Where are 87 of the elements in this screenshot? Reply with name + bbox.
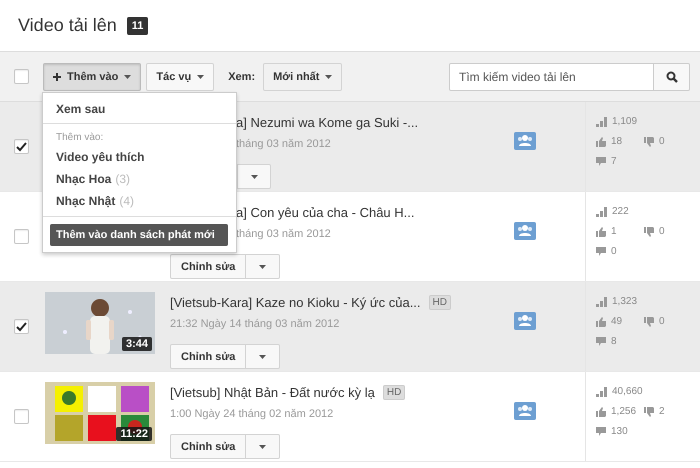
like-count: 49 <box>596 316 644 327</box>
select-all-checkbox[interactable] <box>14 69 29 84</box>
upload-date: tháng 03 năm 2012 <box>236 228 331 242</box>
video-thumbnail[interactable]: 3:44 <box>45 292 155 354</box>
caret-icon <box>259 264 266 268</box>
people-icon <box>514 312 536 330</box>
caret-icon <box>259 444 266 448</box>
menu-item[interactable]: Nhạc Hoa (3) <box>43 168 236 190</box>
upload-date: tháng 03 năm 2012 <box>236 138 331 152</box>
dislike-count: 2 <box>644 406 684 417</box>
video-title[interactable]: a] Con yêu của cha - Châu H... <box>236 204 414 220</box>
search-icon <box>666 70 678 82</box>
thumbs-up-icon <box>596 406 606 416</box>
thumbs-down-icon <box>644 406 654 416</box>
page-title: Video tải lên <box>18 15 117 36</box>
comment-count: 8 <box>596 336 644 347</box>
plus-icon <box>53 72 61 80</box>
comment-icon <box>596 247 606 256</box>
edit-menu-button[interactable] <box>237 164 271 189</box>
view-count: 1,109 <box>596 116 644 127</box>
video-thumbnail[interactable]: 11:22 <box>45 382 155 444</box>
caret-icon <box>259 354 266 358</box>
actions-button[interactable]: Tác vụ <box>146 62 214 90</box>
people-icon <box>514 402 536 420</box>
comment-count: 7 <box>596 156 644 167</box>
menu-item[interactable]: Video yêu thích <box>43 146 236 168</box>
thumbs-up-icon <box>596 316 606 326</box>
like-count: 18 <box>596 136 644 147</box>
comment-icon <box>596 427 606 436</box>
video-title[interactable]: a] Nezumi wa Kome ga Suki -... <box>236 114 418 130</box>
video-title[interactable]: [Vietsub-Kara] Kaze no Kioku - Ký ức của... <box>170 294 421 310</box>
new-playlist-button[interactable]: Thêm vào danh sách phát mới <box>50 224 228 246</box>
check-icon <box>16 142 26 152</box>
edit-menu-button[interactable] <box>246 434 280 459</box>
video-title[interactable]: [Vietsub] Nhật Bản - Đất nước kỳ lạ <box>170 384 375 400</box>
view-count: 222 <box>596 206 644 217</box>
comment-icon <box>596 157 606 166</box>
caret-icon <box>250 174 258 178</box>
menu-section-label: Thêm vào: <box>55 131 104 145</box>
hd-tag: HD <box>428 294 451 310</box>
view-count: 40,660 <box>596 386 644 397</box>
comment-count: 0 <box>596 246 644 257</box>
video-duration: 11:22 <box>116 427 152 441</box>
comment-icon <box>596 337 606 346</box>
edit-menu-button[interactable] <box>246 344 280 369</box>
like-count: 1 <box>596 226 644 237</box>
search-field[interactable]: Tìm kiếm video tải lên <box>449 62 654 90</box>
comment-count: 130 <box>596 426 644 437</box>
thumbs-down-icon <box>644 226 654 236</box>
upload-date: 21:32 Ngày 14 tháng 03 năm 2012 <box>170 318 340 332</box>
thumbs-up-icon <box>596 226 606 236</box>
edit-button[interactable]: Chỉnh sửa <box>170 434 246 459</box>
upload-date: 1:00 Ngày 24 tháng 02 năm 2012 <box>170 408 334 422</box>
edit-menu-button[interactable] <box>246 254 280 279</box>
row-checkbox[interactable] <box>14 319 28 334</box>
video-duration: 3:44 <box>122 337 152 351</box>
bar-chart-icon <box>596 116 607 126</box>
edit-button[interactable]: Chỉnh sửa <box>170 254 246 279</box>
caret-icon <box>325 74 332 78</box>
search-button[interactable] <box>654 62 690 90</box>
thumbs-down-icon <box>644 136 654 146</box>
dislike-count: 0 <box>644 136 684 147</box>
caret-icon <box>197 74 204 78</box>
bar-chart-icon <box>596 206 607 216</box>
video-count: 11 <box>126 16 148 34</box>
check-icon <box>16 322 26 332</box>
dislike-count: 0 <box>644 226 684 237</box>
row-checkbox[interactable] <box>14 229 28 244</box>
hd-tag: HD <box>382 384 406 400</box>
menu-item[interactable]: Xem sau <box>43 93 236 123</box>
bar-chart-icon <box>596 296 607 306</box>
view-label: Xem: <box>228 70 256 82</box>
row-checkbox[interactable] <box>14 409 28 424</box>
dislike-count: 0 <box>644 316 684 327</box>
like-count: 1,256 <box>596 406 644 417</box>
sort-button[interactable]: Mới nhất <box>263 62 342 90</box>
people-icon <box>514 132 536 150</box>
bar-chart-icon <box>596 386 607 396</box>
thumbs-up-icon <box>596 136 606 146</box>
row-checkbox[interactable] <box>14 139 28 154</box>
menu-item[interactable]: Nhạc Nhật (4) <box>43 190 236 212</box>
caret-icon <box>124 74 132 78</box>
add-to-button[interactable]: Thêm vào <box>43 62 142 90</box>
edit-button[interactable]: Chỉnh sửa <box>170 344 246 369</box>
thumbs-down-icon <box>644 316 654 326</box>
people-icon <box>514 222 536 240</box>
view-count: 1,323 <box>596 296 644 307</box>
